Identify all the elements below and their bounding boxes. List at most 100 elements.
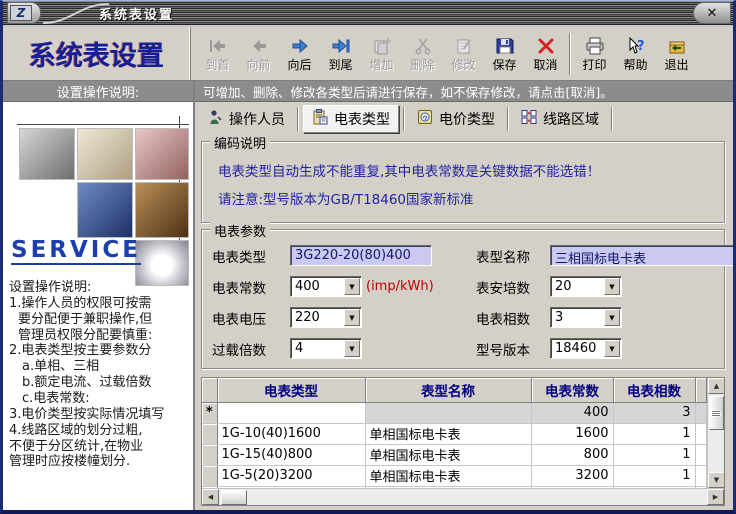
- prev-button[interactable]: 向前: [238, 30, 279, 78]
- first-icon: [208, 35, 228, 55]
- close-button[interactable]: ✕: [693, 2, 731, 24]
- meter-type-input[interactable]: 3G220-20(80)400: [290, 245, 432, 266]
- notice-bar: 可增加、删除、修改各类型后请进行保存，如不保存修改，请点击[取消]。: [195, 81, 733, 102]
- table-row[interactable]: 1G-10(40)1600 单相国标电卡表 1600 1: [202, 423, 707, 445]
- leather-photo: [135, 182, 189, 238]
- model-name-label: 表型名称: [476, 249, 530, 266]
- add-button[interactable]: 增加: [361, 30, 402, 78]
- pen-photo: [77, 128, 133, 180]
- table-row[interactable]: 1G-5(20)3200 单相国标电卡表 3200 1: [202, 465, 707, 487]
- tool-photo: [19, 128, 75, 180]
- ampere-select[interactable]: 20 ▼: [550, 276, 622, 297]
- tab-meter-type[interactable]: 电表类型: [303, 104, 399, 133]
- exit-icon: [667, 35, 687, 55]
- table-row[interactable]: 1G-15(40)800 单相国标电卡表 800 1: [202, 444, 707, 466]
- help-icon: ?: [626, 35, 646, 55]
- cell-name[interactable]: [365, 402, 532, 424]
- instruction-line: 2.电表类型按主要参数分: [9, 343, 152, 359]
- delete-button[interactable]: 删除: [402, 30, 443, 78]
- chevron-down-icon[interactable]: ▼: [344, 309, 360, 326]
- ampere-label: 表安培数: [476, 280, 530, 297]
- chevron-down-icon[interactable]: ▼: [344, 278, 360, 295]
- coding-note-line: 电表类型自动生成不能重复,其中电表常数是关键数据不能选错！: [218, 164, 601, 180]
- col-header-phases[interactable]: 电表相数: [613, 378, 696, 403]
- vertical-scrollbar[interactable]: ▲ ▼: [707, 378, 724, 488]
- coding-note-title: 编码说明: [210, 133, 271, 152]
- service-text: SERVICE: [11, 237, 141, 266]
- cell-constant[interactable]: 800: [531, 444, 614, 466]
- cell-phases[interactable]: 3: [613, 402, 696, 424]
- modify-button[interactable]: 修改: [443, 30, 484, 78]
- col-header-name[interactable]: 表型名称: [365, 378, 532, 403]
- watch-photo: [135, 240, 189, 286]
- tab-operators[interactable]: 操作人员: [199, 106, 293, 132]
- cell-constant[interactable]: 3200: [531, 465, 614, 487]
- close-icon: ✕: [706, 5, 718, 21]
- model-name-input[interactable]: 三相国标电卡表: [550, 245, 733, 266]
- chevron-down-icon[interactable]: ▼: [604, 278, 620, 295]
- row-selector-header: [202, 378, 218, 403]
- chevron-down-icon[interactable]: ▼: [344, 340, 360, 357]
- cell-phases[interactable]: 1: [613, 465, 696, 487]
- sidebar-body: SERVICE 设置操作说明: 1.操作人员的权限可按需 要分配便于兼职操作,但…: [3, 102, 193, 510]
- phases-select[interactable]: 3 ▼: [550, 307, 622, 328]
- meter-params-title: 电表参数: [210, 221, 271, 240]
- tab-separator: [611, 106, 613, 131]
- prev-icon: [249, 35, 269, 55]
- meter-params-group: 电表参数 电表类型 3G220-20(80)400 表型名称 三相国标电卡表 电…: [201, 221, 733, 369]
- cell-type[interactable]: [217, 402, 366, 424]
- tab-line-region[interactable]: 线路区域: [513, 106, 607, 132]
- table-new-row[interactable]: * 400 3: [202, 402, 707, 424]
- model-version-select[interactable]: 18460 ▼: [550, 338, 622, 359]
- help-button[interactable]: ? 帮助: [615, 30, 656, 78]
- horizontal-scroll-thumb[interactable]: [221, 489, 247, 505]
- last-icon: [331, 35, 351, 55]
- scroll-left-icon[interactable]: ◀: [202, 489, 219, 505]
- voltage-label: 电表电压: [212, 311, 266, 328]
- coding-note-line: 请注意:型号版本为GB/T18460国家新标准: [218, 192, 474, 208]
- horizontal-scrollbar[interactable]: ◀ ▶: [202, 488, 724, 505]
- next-button[interactable]: 向后: [279, 30, 320, 78]
- price-book-icon: [417, 109, 433, 129]
- tab-price-type[interactable]: 电价类型: [409, 106, 503, 132]
- scroll-right-icon[interactable]: ▶: [707, 489, 724, 505]
- first-button[interactable]: 到首: [197, 30, 238, 78]
- cell-name[interactable]: 单相国标电卡表: [365, 444, 532, 466]
- vertical-scroll-thumb[interactable]: [708, 396, 724, 430]
- chevron-down-icon[interactable]: ▼: [604, 309, 620, 326]
- app-icon[interactable]: Z: [10, 5, 32, 21]
- scroll-up-icon[interactable]: ▲: [708, 378, 724, 394]
- cell-phases[interactable]: 1: [613, 444, 696, 466]
- toolbar-separator: [569, 32, 571, 75]
- delete-icon: [413, 35, 433, 55]
- last-button[interactable]: 到尾: [320, 30, 361, 78]
- cell-name[interactable]: 单相国标电卡表: [365, 423, 532, 445]
- instruction-line: b.额定电流、过载倍数: [22, 375, 152, 391]
- cell-type[interactable]: 1G-10(40)1600: [217, 423, 366, 445]
- col-header-type[interactable]: 电表类型: [217, 378, 366, 403]
- scroll-down-icon[interactable]: ▼: [708, 472, 724, 488]
- col-header-constant[interactable]: 电表常数: [531, 378, 614, 403]
- exit-button[interactable]: 退出: [656, 30, 697, 78]
- meter-constant-select[interactable]: 400 ▼: [290, 276, 362, 297]
- chevron-down-icon[interactable]: ▼: [604, 340, 620, 357]
- cancel-button[interactable]: 取消: [525, 30, 566, 78]
- cell-phases[interactable]: 1: [613, 423, 696, 445]
- coding-note-group: 编码说明 电表类型自动生成不能重复,其中电表常数是关键数据不能选错！ 请注意:型…: [201, 133, 725, 223]
- cell-constant[interactable]: 400: [531, 402, 614, 424]
- overload-select[interactable]: 4 ▼: [290, 338, 362, 359]
- voltage-select[interactable]: 220 ▼: [290, 307, 362, 328]
- instruction-line: 1.操作人员的权限可按需: [9, 295, 152, 311]
- cell-type[interactable]: 1G-5(20)3200: [217, 465, 366, 487]
- print-icon: [585, 35, 605, 55]
- person-icon: [207, 109, 223, 129]
- instruction-line: 要分配便于兼职操作,但: [18, 311, 153, 327]
- save-icon: [495, 35, 515, 55]
- print-button[interactable]: 打印: [574, 30, 615, 78]
- cell-constant[interactable]: 1600: [531, 423, 614, 445]
- cell-name[interactable]: 单相国标电卡表: [365, 465, 532, 487]
- app-icon-cap: Z: [7, 2, 41, 24]
- sidebar: 设置操作说明: SERVICE 设置操作说明: 1.操作人员的权限可按需 要分配…: [3, 81, 195, 510]
- cell-type[interactable]: 1G-15(40)800: [217, 444, 366, 466]
- save-button[interactable]: 保存: [484, 30, 525, 78]
